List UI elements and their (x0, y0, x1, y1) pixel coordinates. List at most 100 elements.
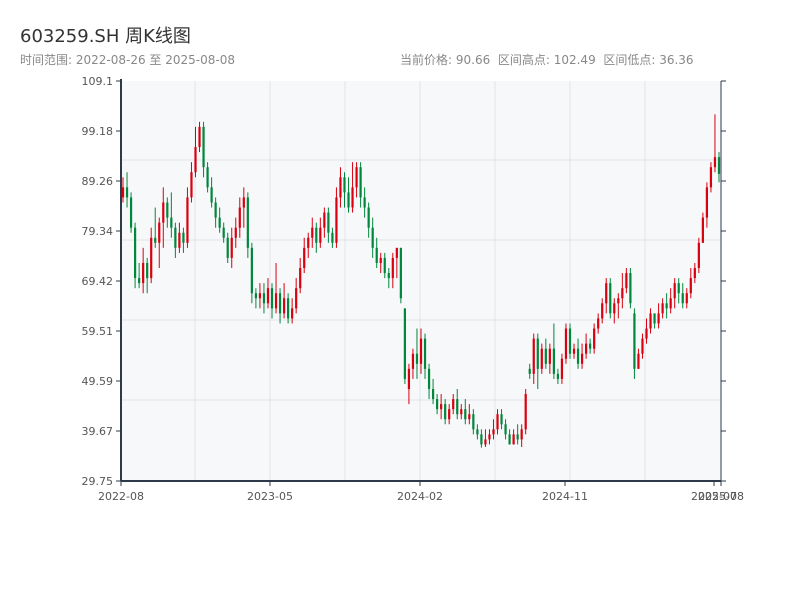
candle-body (673, 283, 676, 299)
candle-body (254, 293, 258, 299)
candle-body (391, 257, 394, 279)
candle-body (709, 167, 713, 188)
candle-body (154, 237, 157, 243)
candle-body (190, 172, 193, 198)
x-tick-label: 2023-05 (247, 490, 293, 503)
candle-body (278, 293, 282, 314)
candle-body (186, 197, 189, 243)
candle-body (242, 197, 245, 208)
candle-body (633, 313, 636, 369)
candle-body (311, 227, 314, 238)
y-tick-label: 109.1 (82, 75, 114, 88)
y-tick-label: 69.42 (82, 275, 114, 288)
candle-body (375, 247, 378, 263)
candle-body (572, 348, 576, 354)
y-tick-label: 79.34 (82, 225, 114, 238)
candle-body (262, 293, 266, 304)
candle-body (609, 283, 612, 314)
y-tick-label: 59.51 (82, 325, 114, 338)
y-tick-label: 49.59 (82, 375, 114, 388)
candle-body (464, 409, 467, 420)
candle-body (274, 293, 278, 309)
candle-body (641, 338, 644, 354)
candle-body (516, 434, 519, 440)
candle-body (601, 303, 604, 319)
candle-body (456, 399, 459, 415)
candle-body (125, 187, 129, 198)
candle-body (681, 293, 684, 304)
candle-body (287, 298, 290, 319)
candle-body (218, 217, 221, 228)
candle-body (713, 157, 717, 168)
candle-body (315, 227, 318, 243)
candle-body (693, 268, 696, 279)
x-tick-label: 2024-11 (542, 490, 588, 503)
candle-body (351, 187, 354, 208)
candle-body (415, 353, 419, 364)
x-tick-label: 2024-02 (397, 490, 443, 503)
candle-body (484, 439, 487, 445)
candle-body (472, 414, 475, 430)
candle-body (544, 348, 547, 364)
candle-body (234, 227, 237, 238)
candle-body (452, 399, 455, 410)
candle-body (174, 227, 177, 248)
candle-body (407, 368, 411, 390)
y-tick-label: 89.26 (82, 175, 114, 188)
candle-body (411, 353, 415, 369)
candle-body (500, 414, 503, 425)
candle-body (564, 328, 568, 359)
candle-body (605, 283, 608, 304)
candle-body (448, 409, 451, 420)
candle-body (661, 303, 664, 314)
candle-body (532, 338, 535, 374)
candle-body (460, 409, 463, 415)
candle-body (367, 207, 370, 228)
candle-body (625, 273, 628, 289)
candle-body (343, 177, 346, 193)
candle-body (645, 328, 648, 339)
candle-body (194, 147, 197, 173)
candle-body (182, 232, 185, 243)
candle-body (299, 268, 302, 289)
candle-body (617, 298, 620, 304)
candle-body (444, 404, 447, 420)
candle-body (427, 368, 431, 390)
candle-body (166, 202, 169, 218)
candle-body (222, 227, 225, 238)
candle-body (355, 167, 358, 188)
candle-body (371, 227, 374, 248)
candle-body (327, 212, 330, 233)
candle-body (307, 237, 310, 248)
candle-body (210, 187, 213, 203)
candlestick-chart: 109.1 99.18 89.26 79.34 69.42 59.51 49.59 39.67… (82, 75, 744, 503)
candle-body (440, 404, 443, 410)
candle-body (480, 434, 483, 445)
candle-body (580, 353, 584, 364)
candle-body (133, 227, 137, 279)
candle-body (250, 247, 253, 294)
candle-body (266, 288, 270, 304)
candle-body (383, 257, 386, 274)
candle-body (697, 242, 700, 269)
candle-body (492, 429, 495, 435)
candle-body (665, 303, 668, 309)
candle-body (436, 399, 439, 410)
candle-body (689, 278, 692, 294)
candle-body (560, 358, 564, 379)
candle-body (419, 338, 423, 364)
y-tick-label: 99.18 (82, 125, 114, 138)
candle-body (230, 237, 233, 258)
candle-body (150, 237, 153, 279)
candle-body (468, 414, 471, 420)
y-tick-label: 29.75 (82, 475, 114, 488)
candle-body (363, 197, 366, 208)
candle-body (657, 313, 660, 324)
candle-body (198, 126, 201, 148)
candle-body (556, 373, 560, 379)
candle-body (476, 429, 479, 435)
candle-body (170, 217, 173, 228)
candle-body (142, 262, 145, 284)
candle-body (685, 293, 688, 304)
candle-body (552, 348, 555, 374)
